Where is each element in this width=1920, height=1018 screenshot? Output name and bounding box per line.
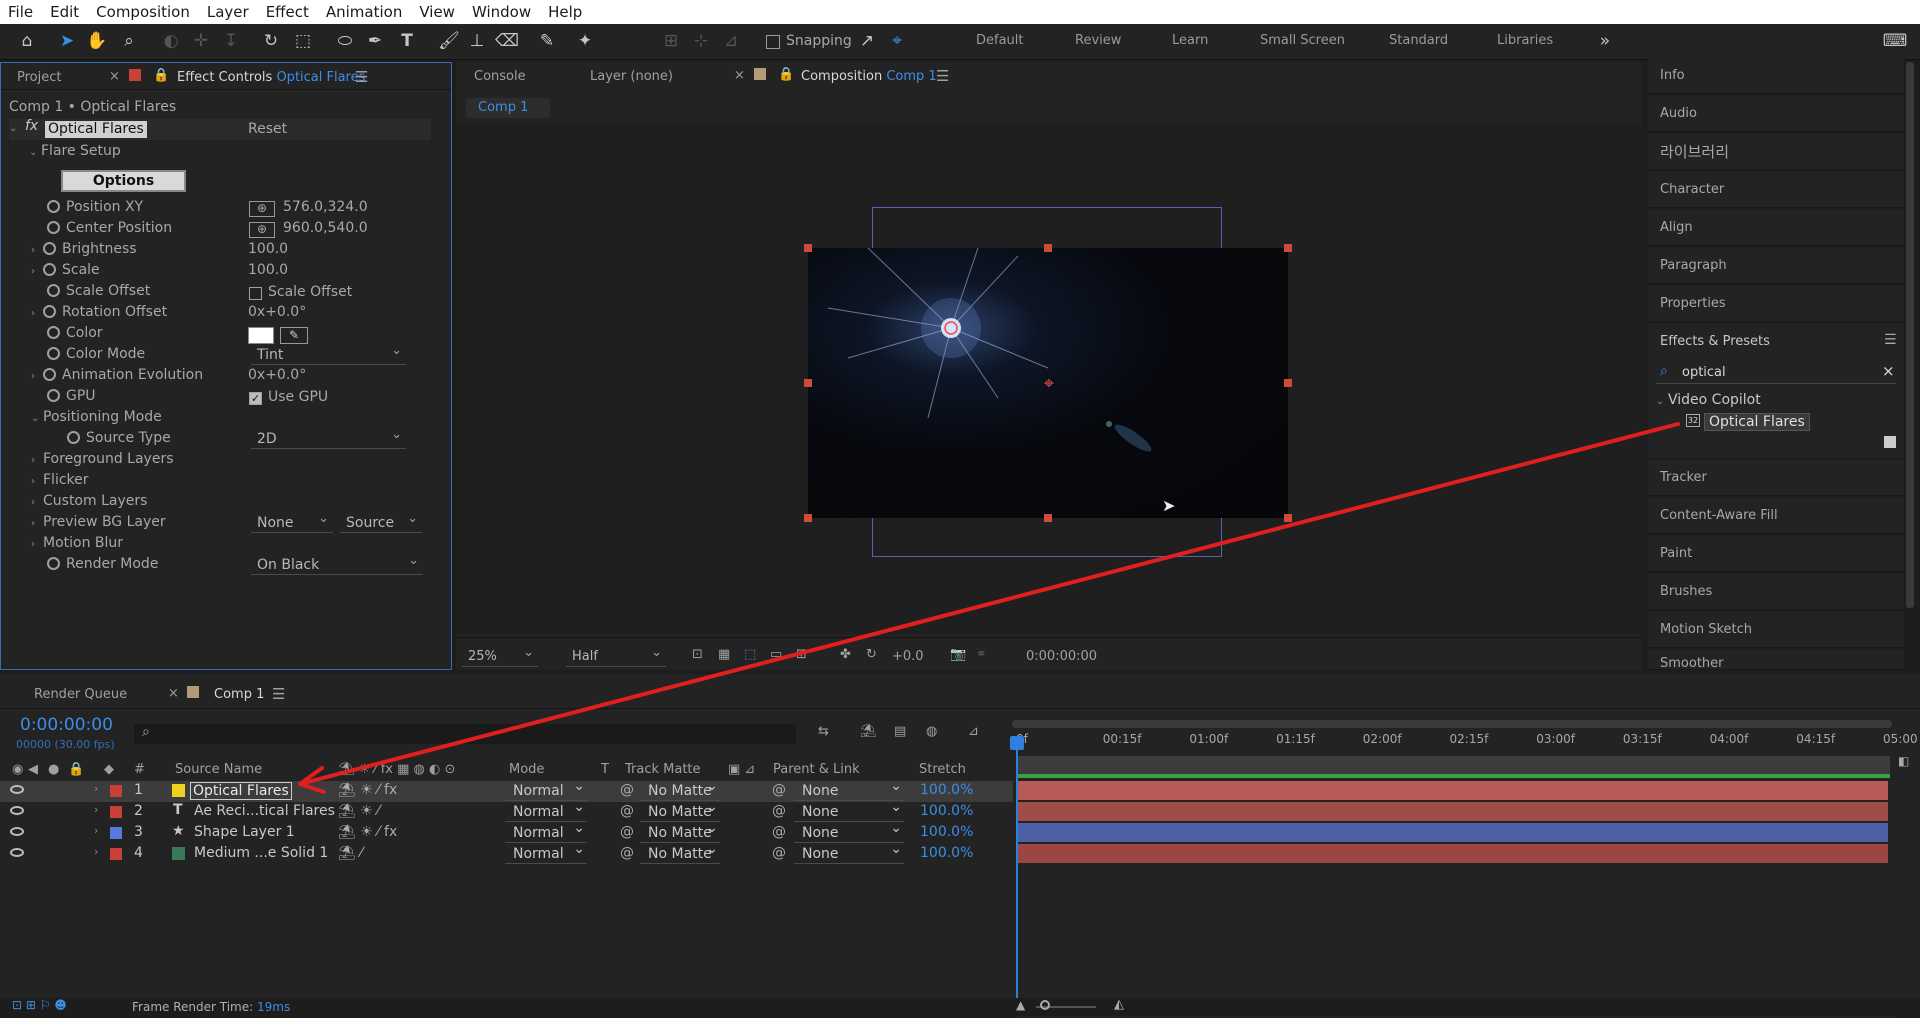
annotation-arrow (298, 422, 1680, 794)
